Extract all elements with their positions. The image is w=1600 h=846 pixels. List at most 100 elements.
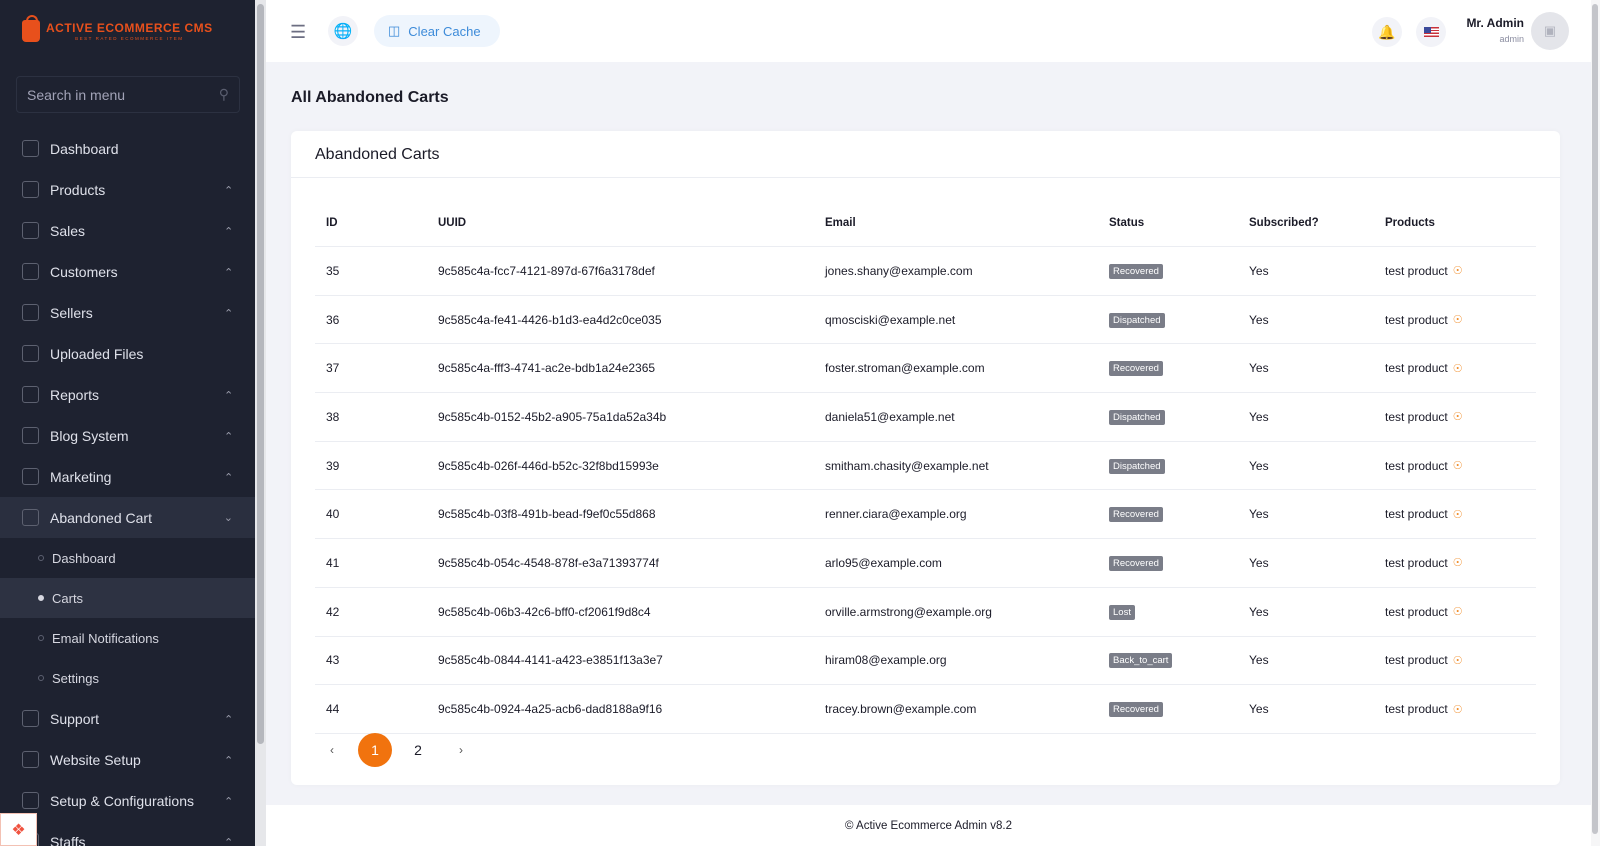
- product-name: test product: [1385, 507, 1448, 522]
- menu-toggle-icon[interactable]: ☰: [290, 22, 308, 43]
- cell-products[interactable]: test product ☉: [1385, 410, 1536, 424]
- store-icon: [22, 304, 39, 321]
- pagination-page-2[interactable]: 2: [401, 733, 435, 767]
- eye-icon[interactable]: ☉: [1453, 410, 1463, 423]
- cell-email: tracey.brown@example.com: [825, 702, 977, 717]
- clear-cache-button[interactable]: ◫ Clear Cache: [374, 15, 500, 47]
- table-row: 42 9c585c4b-06b3-42c6-bff0-cf2061f9d8c4 or…: [315, 588, 1536, 637]
- pagination-page-1[interactable]: 1: [358, 733, 392, 767]
- search-icon[interactable]: ⚲: [219, 86, 229, 103]
- table-row: 41 9c585c4b-054c-4548-878f-e3a71393774f ar…: [315, 539, 1536, 588]
- subitem-dashboard[interactable]: Dashboard: [0, 538, 255, 578]
- product-name: test product: [1385, 702, 1448, 717]
- box-icon: [22, 181, 39, 198]
- sidebar-item-sellers[interactable]: Sellers ⌄: [0, 292, 255, 333]
- sidebar-item-website-setup[interactable]: Website Setup ⌄: [0, 739, 255, 780]
- cell-products[interactable]: test product ☉: [1385, 702, 1536, 716]
- product-name: test product: [1385, 263, 1448, 278]
- cell-uuid: 9c585c4b-026f-446d-b52c-32f8bd15993e: [438, 458, 659, 473]
- eye-icon[interactable]: ☉: [1453, 605, 1463, 618]
- cell-products[interactable]: test product ☉: [1385, 507, 1536, 521]
- eye-icon[interactable]: ☉: [1453, 508, 1463, 521]
- cell-status: Recovered: [1109, 360, 1249, 377]
- cell-uuid: 9c585c4a-fff3-4741-ac2e-bdb1a24e2365: [438, 361, 656, 376]
- sidebar-item-abandoned-cart[interactable]: Abandoned Cart ⌄: [0, 497, 255, 538]
- status-badge: Back_to_cart: [1109, 653, 1173, 669]
- sidebar-item-blog-system[interactable]: Blog System ⌄: [0, 415, 255, 456]
- cell-id: 39: [326, 458, 340, 473]
- cache-icon: ◫: [388, 23, 401, 38]
- cell-status: Recovered: [1109, 555, 1249, 571]
- sidebar-item-customers[interactable]: Customers ⌄: [0, 251, 255, 292]
- cell-products[interactable]: test product ☉: [1385, 605, 1536, 619]
- sidebar-item-setup-configurations[interactable]: Setup & Configurations ⌄: [0, 780, 255, 821]
- subitem-settings[interactable]: Settings: [0, 658, 255, 698]
- chevron-down-icon: ⌄: [223, 512, 233, 524]
- sidebar-item-uploaded-files[interactable]: Uploaded Files: [0, 333, 255, 374]
- column-header-status: Status: [1109, 217, 1145, 229]
- eye-icon[interactable]: ☉: [1453, 313, 1463, 326]
- chevron-icon: ⌄: [223, 183, 233, 195]
- cell-email: smitham.chasity@example.net: [825, 458, 989, 473]
- table-row: 38 9c585c4b-0152-45b2-a905-75a1da52a34b da…: [315, 393, 1536, 442]
- language-flag-button[interactable]: [1416, 17, 1446, 47]
- cell-products[interactable]: test product ☉: [1385, 361, 1536, 375]
- status-badge: Recovered: [1109, 263, 1163, 279]
- avatar[interactable]: ▣: [1531, 12, 1569, 50]
- globe-icon[interactable]: 🌐: [328, 16, 358, 46]
- subitem-carts[interactable]: Carts: [0, 578, 255, 618]
- table-row: 36 9c585c4a-fe41-4426-b1d3-ea4d2c0ce035 qm…: [315, 296, 1536, 345]
- cell-uuid: 9c585c4b-054c-4548-878f-e3a71393774f: [438, 555, 659, 570]
- cell-uuid: 9c585c4a-fe41-4426-b1d3-ea4d2c0ce035: [438, 312, 662, 327]
- sidebar-scrollbar[interactable]: [255, 0, 266, 846]
- user-menu[interactable]: Mr. Admin admin: [1456, 16, 1524, 44]
- eye-icon[interactable]: ☉: [1453, 703, 1463, 716]
- us-flag-icon: [1423, 27, 1439, 37]
- cell-email: daniela51@example.net: [825, 409, 955, 424]
- sidebar-item-marketing[interactable]: Marketing ⌄: [0, 456, 255, 497]
- product-name: test product: [1385, 409, 1448, 424]
- sidebar-item-reports[interactable]: Reports ⌄: [0, 374, 255, 415]
- support-icon: [22, 710, 39, 727]
- cell-products[interactable]: test product ☉: [1385, 459, 1536, 473]
- cell-products[interactable]: test product ☉: [1385, 264, 1536, 278]
- subitem-email-notifications[interactable]: Email Notifications: [0, 618, 255, 658]
- cell-products[interactable]: test product ☉: [1385, 313, 1536, 327]
- cell-email: arlo95@example.com: [825, 555, 942, 570]
- laravel-icon[interactable]: ❖: [0, 813, 37, 846]
- eye-icon[interactable]: ☉: [1453, 459, 1463, 472]
- cell-subscribed: Yes: [1249, 361, 1269, 376]
- cell-uuid: 9c585c4b-03f8-491b-bead-f9ef0c55d868: [438, 507, 656, 522]
- shopping-bag-icon: [22, 15, 40, 42]
- megaphone-icon: [22, 468, 39, 485]
- pagination: ‹ 1 2 ›: [315, 733, 487, 767]
- upload-icon: [22, 345, 39, 362]
- status-badge: Dispatched: [1109, 458, 1165, 474]
- brand-logo[interactable]: ACTIVE ECOMMERCE CMS BEST RATED ECOMMERC…: [22, 15, 213, 44]
- status-badge: Recovered: [1109, 555, 1163, 571]
- report-icon: [22, 386, 39, 403]
- sidebar-item-products[interactable]: Products ⌄: [0, 169, 255, 210]
- cell-subscribed: Yes: [1249, 409, 1269, 424]
- cell-id: 44: [326, 702, 340, 717]
- pagination-next-button[interactable]: ›: [444, 733, 478, 767]
- sidebar-menu: Dashboard Products ⌄ Sales ⌄ Customers ⌄ Se…: [0, 128, 255, 846]
- cell-products[interactable]: test product ☉: [1385, 556, 1536, 570]
- eye-icon[interactable]: ☉: [1453, 362, 1463, 375]
- bell-icon[interactable]: 🔔: [1372, 17, 1402, 47]
- page-scrollbar[interactable]: [1591, 0, 1600, 846]
- cell-products[interactable]: test product ☉: [1385, 653, 1536, 667]
- eye-icon[interactable]: ☉: [1453, 556, 1463, 569]
- column-header-id: ID: [326, 217, 338, 229]
- sidebar-item-staffs[interactable]: Staffs ⌄: [0, 821, 255, 846]
- sidebar-item-dashboard[interactable]: Dashboard: [0, 128, 255, 169]
- eye-icon[interactable]: ☉: [1453, 264, 1463, 277]
- user-name: Mr. Admin: [1466, 16, 1524, 30]
- sidebar-item-support[interactable]: Support ⌄: [0, 698, 255, 739]
- eye-icon[interactable]: ☉: [1453, 654, 1463, 667]
- status-badge: Dispatched: [1109, 312, 1165, 328]
- chevron-icon: ⌄: [223, 794, 233, 806]
- sidebar-search-input[interactable]: [27, 86, 207, 103]
- sidebar-item-sales[interactable]: Sales ⌄: [0, 210, 255, 251]
- pagination-prev-button[interactable]: ‹: [315, 733, 349, 767]
